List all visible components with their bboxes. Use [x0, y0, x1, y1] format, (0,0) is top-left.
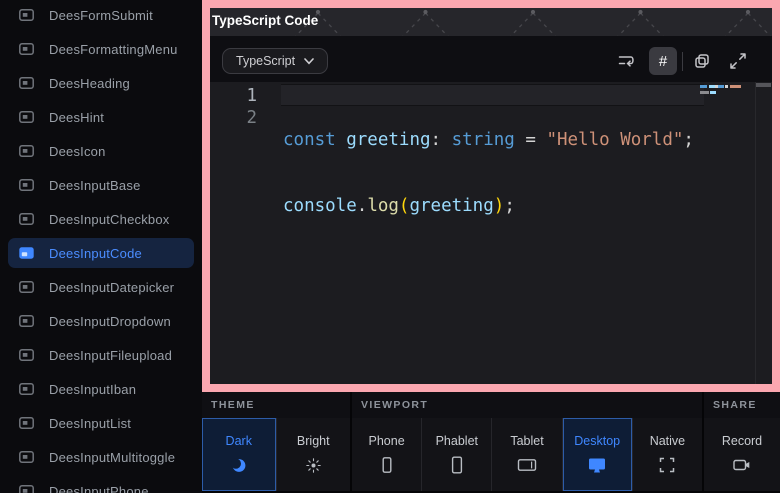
component-icon	[18, 211, 35, 227]
minimap	[700, 85, 754, 97]
sidebar-item-deesformattingmenu[interactable]: DeesFormattingMenu	[8, 34, 194, 64]
desktop-icon	[587, 455, 607, 475]
component-icon	[18, 483, 35, 493]
chevron-down-icon	[304, 54, 314, 68]
viewport-group: VIEWPORT Phone Phablet Tablet Desktop	[352, 392, 702, 493]
sidebar-item-deesicon[interactable]: DeesIcon	[8, 136, 194, 166]
component-sidebar: DeesFormSubmit DeesFormattingMenu DeesHe…	[0, 0, 202, 493]
phone-icon	[378, 455, 396, 475]
share-record-button[interactable]: Record	[704, 418, 780, 491]
sidebar-item-label: DeesInputPhone	[49, 484, 149, 493]
component-icon	[18, 279, 35, 295]
component-icon-selected	[18, 245, 35, 261]
viewport-group-label: VIEWPORT	[352, 392, 702, 418]
line-number-gutter: 1 2	[210, 85, 257, 129]
sidebar-item-label: DeesHeading	[49, 76, 130, 91]
sidebar-item-label: DeesInputList	[49, 416, 131, 431]
component-icon	[18, 449, 35, 465]
sidebar-item-deesinputbase[interactable]: DeesInputBase	[8, 170, 194, 200]
component-icon	[18, 415, 35, 431]
sidebar-item-deesinputdropdown[interactable]: DeesInputDropdown	[8, 306, 194, 336]
demo-frame: TypeScript Code TypeScript #	[202, 0, 780, 392]
sidebar-item-deesinputdatepicker[interactable]: DeesInputDatepicker	[8, 272, 194, 302]
sidebar-item-label: DeesInputFileupload	[49, 348, 172, 363]
hash-glyph: #	[659, 54, 667, 69]
sidebar-item-deeshint[interactable]: DeesHint	[8, 102, 194, 132]
component-icon	[18, 75, 35, 91]
copy-icon[interactable]	[688, 47, 716, 75]
sidebar-item-deesinputcode[interactable]: DeesInputCode	[8, 238, 194, 268]
sidebar-item-deesinputlist[interactable]: DeesInputList	[8, 408, 194, 438]
component-icon	[18, 177, 35, 193]
theme-dark-button[interactable]: Dark	[202, 418, 276, 491]
share-group-label: SHARE	[704, 392, 780, 418]
record-camera-icon	[732, 455, 752, 475]
sidebar-item-label: DeesInputBase	[49, 178, 141, 193]
theme-bright-button[interactable]: Bright	[276, 418, 351, 491]
component-icon	[18, 109, 35, 125]
language-select-label: TypeScript	[236, 54, 295, 68]
theme-group: THEME Dark Bright	[202, 392, 350, 493]
code-lines: const greeting: string = "Hello World"; …	[283, 85, 694, 261]
sidebar-item-deesinputiban[interactable]: DeesInputIban	[8, 374, 194, 404]
line-number: 1	[210, 85, 257, 107]
line-number: 2	[210, 107, 257, 129]
viewport-desktop-button[interactable]: Desktop	[562, 418, 632, 491]
sidebar-item-deesinputphone[interactable]: DeesInputPhone	[8, 476, 194, 493]
code-editor[interactable]: 1 2 const greeting: string = "Hello Worl…	[210, 82, 772, 384]
sidebar-item-deesformsubmit[interactable]: DeesFormSubmit	[8, 0, 194, 30]
sidebar-item-label: DeesInputDropdown	[49, 314, 171, 329]
component-icon	[18, 7, 35, 23]
line-numbers-toggle-icon[interactable]: #	[649, 47, 677, 75]
sidebar-item-label: DeesFormSubmit	[49, 8, 153, 23]
viewport-phablet-button[interactable]: Phablet	[421, 418, 491, 491]
viewport-native-button[interactable]: Native	[632, 418, 702, 491]
demo-header: TypeScript Code	[210, 8, 772, 36]
toolbar-separator	[682, 52, 683, 71]
code-toolbar: TypeScript #	[210, 36, 772, 82]
component-icon	[18, 313, 35, 329]
theme-group-label: THEME	[202, 392, 350, 418]
sidebar-item-label: DeesInputCode	[49, 246, 142, 261]
share-group: SHARE Record	[704, 392, 780, 493]
sidebar-item-label: DeesIcon	[49, 144, 106, 159]
sidebar-item-deesinputfileupload[interactable]: DeesInputFileupload	[8, 340, 194, 370]
tablet-icon	[517, 455, 537, 475]
viewport-tablet-button[interactable]: Tablet	[491, 418, 561, 491]
sidebar-item-label: DeesHint	[49, 110, 104, 125]
editor-scrollbar[interactable]	[755, 82, 772, 384]
viewport-phone-button[interactable]: Phone	[352, 418, 421, 491]
component-icon	[18, 347, 35, 363]
language-select[interactable]: TypeScript	[222, 48, 328, 74]
demo-title: TypeScript Code	[212, 13, 318, 28]
bottom-toolbar: THEME Dark Bright VIEWPORT Phone	[202, 392, 780, 493]
fullscreen-icon[interactable]	[724, 47, 752, 75]
sidebar-item-label: DeesInputMultitoggle	[49, 450, 175, 465]
sidebar-item-deesinputmultitoggle[interactable]: DeesInputMultitoggle	[8, 442, 194, 472]
scrollbar-thumb[interactable]	[756, 83, 771, 87]
code-line-1: const greeting: string = "Hello World";	[283, 129, 694, 151]
moon-icon	[230, 455, 247, 475]
app-root: DeesFormSubmit DeesFormattingMenu DeesHe…	[0, 0, 780, 493]
sidebar-item-label: DeesInputCheckbox	[49, 212, 169, 227]
sidebar-item-label: DeesInputDatepicker	[49, 280, 174, 295]
sidebar-item-label: DeesInputIban	[49, 382, 136, 397]
code-input-component: TypeScript #	[210, 36, 772, 384]
component-icon	[18, 41, 35, 57]
sidebar-item-label: DeesFormattingMenu	[49, 42, 178, 57]
phablet-icon	[448, 455, 466, 475]
component-icon	[18, 381, 35, 397]
word-wrap-icon[interactable]	[613, 47, 641, 75]
native-corners-icon	[659, 455, 675, 475]
sidebar-item-deesinputcheckbox[interactable]: DeesInputCheckbox	[8, 204, 194, 234]
component-icon	[18, 143, 35, 159]
sun-icon	[305, 455, 322, 475]
sidebar-item-deesheading[interactable]: DeesHeading	[8, 68, 194, 98]
code-line-2: console.log(greeting);	[283, 195, 694, 217]
